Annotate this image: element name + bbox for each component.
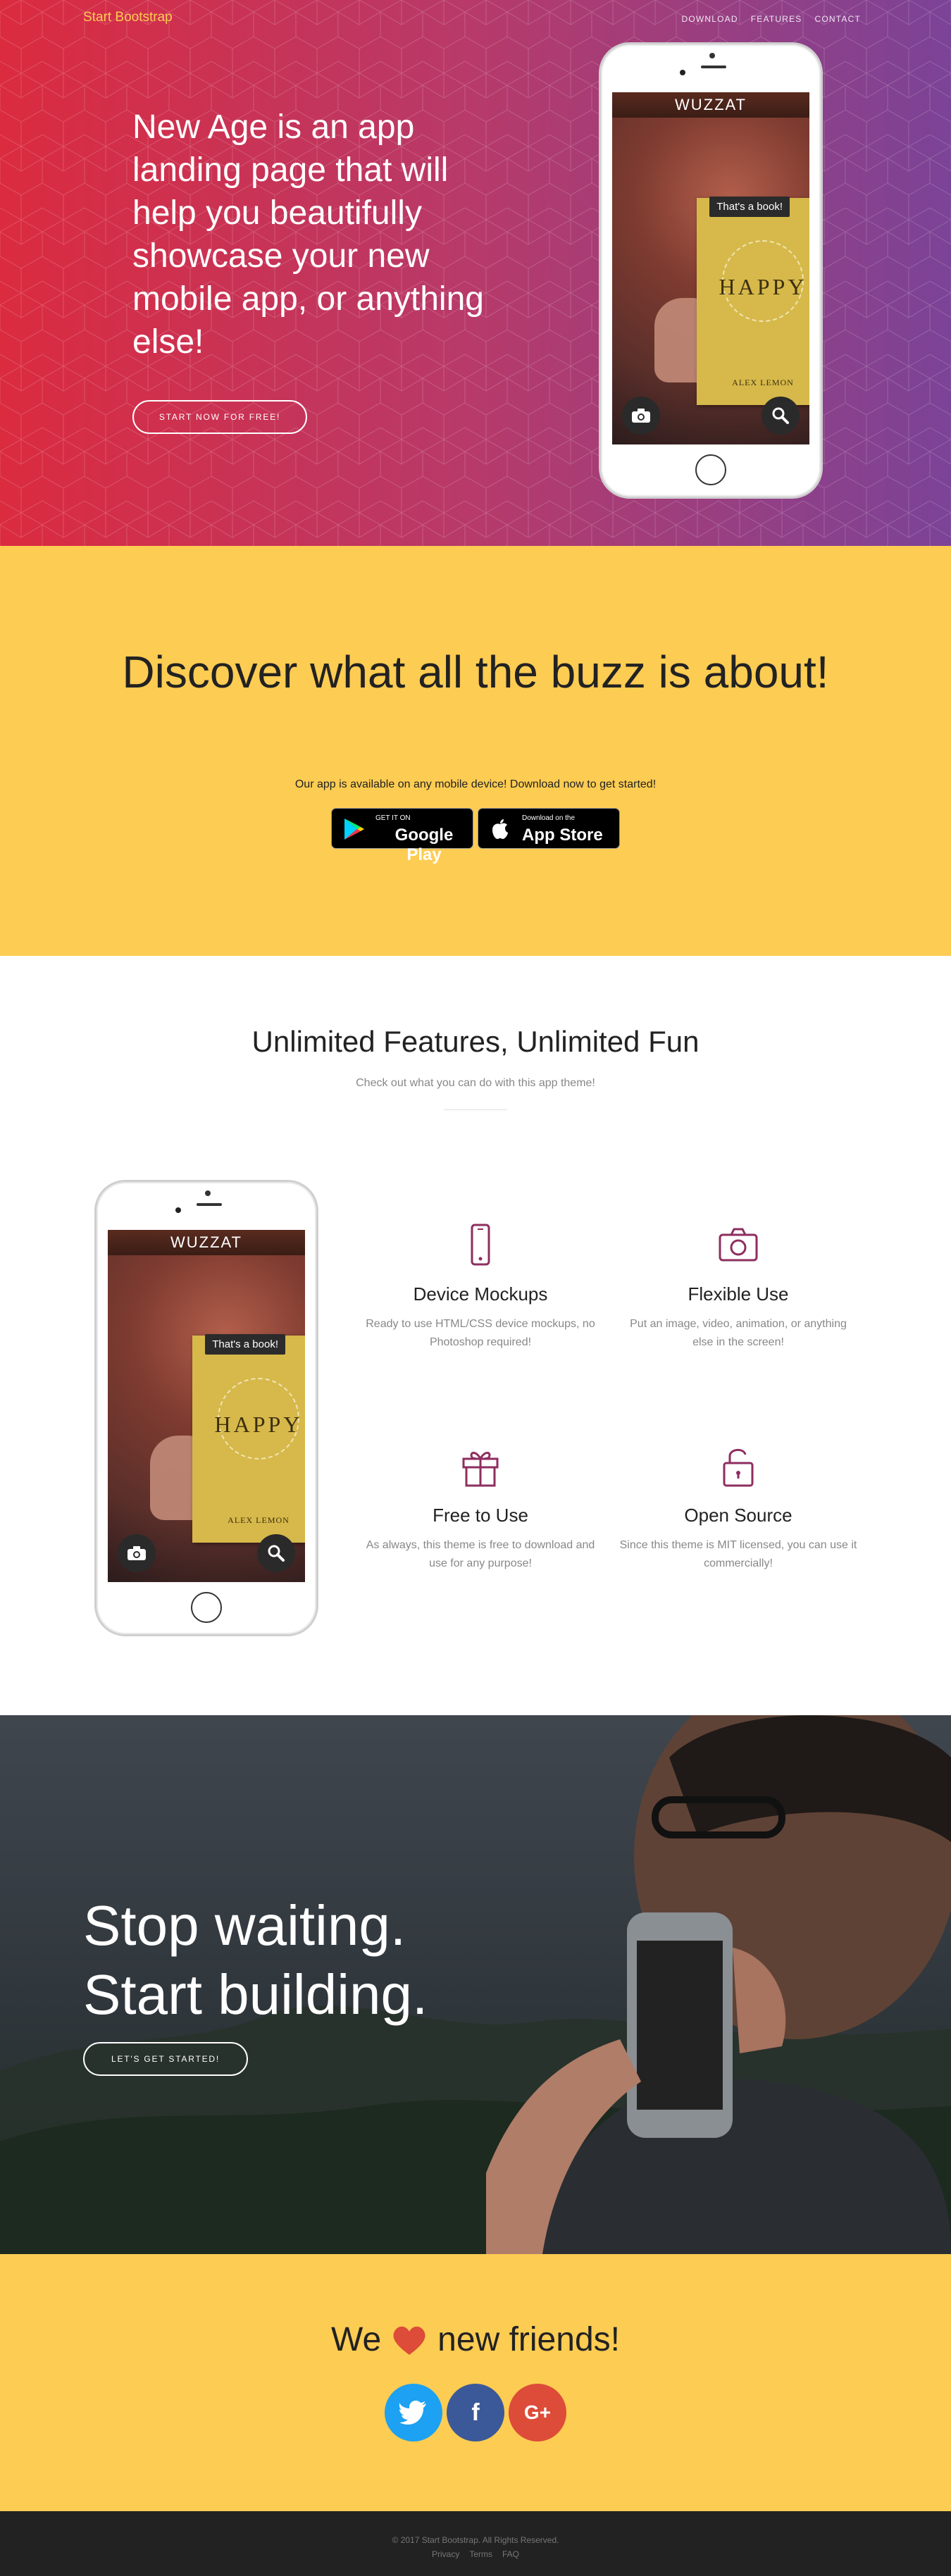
google-play-icon [344, 819, 364, 840]
camera-icon [719, 1228, 758, 1262]
feature-flexible-use: Flexible Use Put an image, video, animat… [619, 1222, 858, 1352]
app-title-bar: WUZZAT [612, 92, 809, 118]
footer-links: Privacy Terms FAQ [0, 2549, 951, 2559]
feature-desc: Since this theme is MIT licensed, you ca… [619, 1539, 857, 1569]
book-author: ALEX LEMON [732, 378, 794, 387]
phone-camera [680, 70, 685, 75]
phone-sensor [709, 53, 715, 58]
feature-desc: Ready to use HTML/CSS device mockups, no… [366, 1318, 595, 1348]
cta-section: Stop waiting. Start building. Let's Get S… [0, 1715, 951, 2254]
contact-section: We new friends! f G+ [0, 2254, 951, 2511]
features-section: Unlimited Features, Unlimited Fun Check … [0, 956, 951, 1715]
brand-link[interactable]: Start Bootstrap [83, 10, 173, 25]
phone-camera [175, 1207, 181, 1213]
google-plus-button[interactable]: G+ [509, 2384, 566, 2441]
feature-desc: Put an image, video, animation, or anyth… [630, 1318, 847, 1348]
feature-title: Device Mockups [413, 1283, 548, 1305]
app-store-badge[interactable]: Download on the App Store [478, 808, 620, 849]
feature-title: Open Source [684, 1505, 792, 1526]
contact-heading: We new friends! [0, 2320, 951, 2359]
google-big-text: Google Play [394, 826, 454, 864]
search-icon[interactable] [257, 1534, 295, 1572]
nav-item-features[interactable]: Features [751, 14, 802, 24]
apple-icon [492, 819, 508, 839]
book-author: ALEX LEMON [228, 1515, 290, 1525]
twitter-icon [399, 2401, 426, 2425]
phone-screen: WUZZAT HAPPY ALEX LEMON That's a book! [612, 92, 809, 444]
features-phone-mockup: WUZZAT HAPPY ALEX LEMON That's a book! [94, 1180, 318, 1636]
google-small-text: GET IT ON [375, 814, 411, 822]
phone-mockup: WUZZAT HAPPY ALEX LEMON That's a book! [599, 42, 823, 499]
nav-item-download[interactable]: Download [681, 14, 738, 24]
download-subtext: Our app is available on any mobile devic… [294, 778, 657, 790]
app-title-bar: WUZZAT [108, 1230, 305, 1255]
copyright: © 2017 Start Bootstrap. All Rights Reser… [392, 2535, 559, 2545]
heart-icon [393, 2326, 425, 2355]
apple-small-text: Download on the [522, 814, 576, 822]
phone-screen: WUZZAT HAPPY ALEX LEMON That's a book! [108, 1230, 305, 1582]
nav-item-contact[interactable]: Contact [814, 14, 861, 24]
feature-title: Flexible Use [688, 1283, 789, 1305]
start-now-button[interactable]: Start Now for Free! [132, 400, 307, 434]
phone-home-button [191, 1592, 222, 1623]
google-plus-icon: G+ [523, 2401, 552, 2423]
feature-free-to-use: Free to Use As always, this theme is fre… [361, 1443, 600, 1573]
google-play-badge[interactable]: GET IT ON Google Play [331, 808, 473, 864]
apple-big-text: App Store [522, 826, 603, 845]
features-subtext: Check out what you can do with this app … [356, 1077, 595, 1089]
feature-open-source: Open Source Since this theme is MIT lice… [619, 1443, 858, 1573]
footer: © 2017 Start Bootstrap. All Rights Reser… [0, 2511, 951, 2576]
search-icon[interactable] [762, 397, 800, 435]
feature-desc: As always, this theme is free to downloa… [366, 1539, 595, 1569]
lock-open-icon [723, 1449, 754, 1487]
features-heading: Unlimited Features, Unlimited Fun [251, 1025, 700, 1058]
get-started-button[interactable]: Let's Get Started! [83, 2042, 248, 2076]
feature-title: Free to Use [433, 1505, 528, 1526]
footer-link-privacy[interactable]: Privacy [432, 2549, 459, 2559]
footer-link-faq[interactable]: FAQ [502, 2549, 519, 2559]
speech-bubble: That's a book! [709, 197, 790, 217]
hero-section: New Age is an app landing page that will… [0, 0, 951, 546]
person-with-phone [486, 1715, 951, 2254]
facebook-icon: f [471, 2398, 480, 2426]
gift-icon [462, 1452, 499, 1487]
footer-link-terms[interactable]: Terms [469, 2549, 492, 2559]
download-heading: Discover what all the buzz is about! [122, 647, 829, 697]
twitter-button[interactable] [385, 2384, 442, 2441]
contact-post: new friends! [437, 2321, 620, 2358]
book: HAPPY ALEX LEMON [192, 1336, 305, 1543]
hero-headline: New Age is an app landing page that will… [132, 108, 484, 361]
camera-icon[interactable] [622, 397, 660, 435]
features-divider [444, 1109, 507, 1110]
phone-icon [471, 1224, 490, 1266]
navbar: Start Bootstrap Download Features Contac… [0, 0, 951, 39]
phone-earpiece [701, 66, 726, 68]
phone-earpiece [197, 1203, 222, 1206]
contact-pre: We [331, 2321, 382, 2358]
book: HAPPY ALEX LEMON [697, 198, 809, 405]
phone-sensor [205, 1190, 211, 1196]
feature-device-mockups: Device Mockups Ready to use HTML/CSS dev… [361, 1222, 600, 1352]
camera-icon[interactable] [118, 1534, 156, 1572]
speech-bubble: That's a book! [205, 1334, 285, 1355]
nav-menu: Download Features Contact [681, 14, 861, 24]
phone-home-button [695, 454, 726, 485]
cta-heading: Stop waiting. Start building. [83, 1894, 428, 2026]
download-section: Discover what all the buzz is about! Our… [0, 546, 951, 956]
book-title: HAPPY [719, 274, 807, 299]
book-title: HAPPY [214, 1412, 303, 1437]
facebook-button[interactable]: f [447, 2384, 504, 2441]
